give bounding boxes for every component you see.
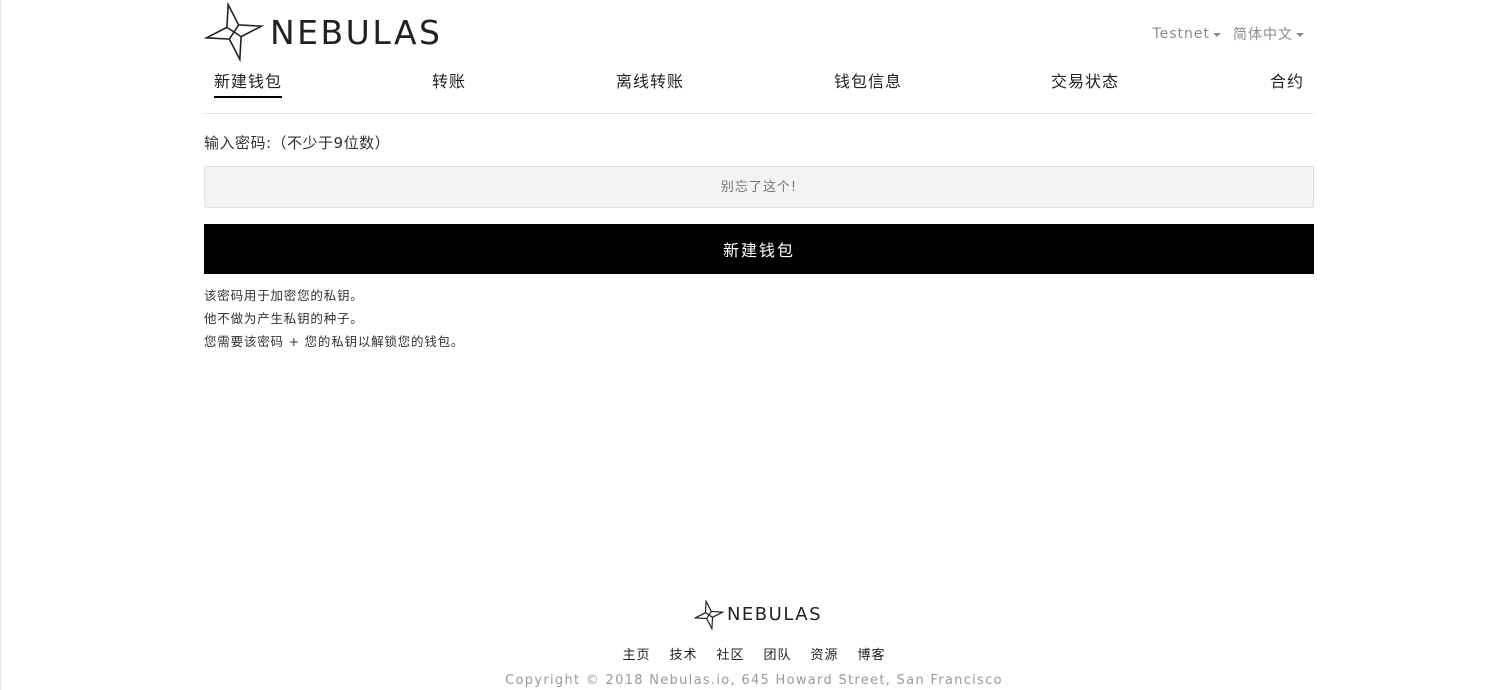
caret-down-icon bbox=[1296, 32, 1304, 37]
footer-link-community[interactable]: 社区 bbox=[716, 644, 744, 663]
footer-link-resources[interactable]: 资源 bbox=[811, 644, 839, 663]
brand-wordmark: NEBULAS bbox=[270, 12, 443, 52]
copyright: Copyright © 2018 Nebulas.io, 645 Howard … bbox=[505, 673, 1003, 688]
language-dropdown[interactable]: 简体中文 bbox=[1233, 24, 1304, 44]
footer-link-team[interactable]: 团队 bbox=[764, 644, 792, 663]
nav-item-transfer[interactable]: 转账 bbox=[432, 68, 466, 96]
footer-wordmark: NEBULAS bbox=[726, 604, 823, 625]
note-line: 他不做为产生私钥的种子。 bbox=[204, 311, 364, 326]
nebulas-star-icon bbox=[204, 2, 264, 62]
brand-logo[interactable]: NEBULAS bbox=[204, 2, 443, 62]
header-controls: Testnet 简体中文 bbox=[1152, 24, 1304, 44]
page-left-border bbox=[0, 0, 1, 690]
network-label: Testnet bbox=[1152, 26, 1210, 42]
header: NEBULAS Testnet 简体中文 bbox=[204, 0, 1314, 62]
nav-item-contract[interactable]: 合约 bbox=[1270, 68, 1304, 96]
nebulas-star-icon bbox=[693, 600, 724, 630]
nav-item-offline-transfer[interactable]: 离线转账 bbox=[616, 68, 684, 96]
nav-item-new-wallet[interactable]: 新建钱包 bbox=[214, 68, 283, 98]
note-line: 该密码用于加密您的私钥。 bbox=[204, 288, 364, 303]
password-notes: 该密码用于加密您的私钥。 他不做为产生私钥的种子。 您需要该密码 + 您的私钥以… bbox=[204, 284, 464, 353]
network-dropdown[interactable]: Testnet bbox=[1152, 24, 1221, 44]
main-container: NEBULAS Testnet 简体中文 新建钱包 转账 离线转账 钱包信息 交… bbox=[204, 0, 1314, 349]
note-line: 您需要该密码 + 您的私钥以解锁您的钱包。 bbox=[204, 334, 465, 349]
password-input[interactable] bbox=[204, 166, 1314, 208]
create-wallet-button[interactable]: 新建钱包 bbox=[204, 224, 1314, 274]
footer-link-tech[interactable]: 技术 bbox=[669, 644, 697, 663]
footer-link-home[interactable]: 主页 bbox=[622, 644, 650, 663]
footer: NEBULAS 主页 技术 社区 团队 资源 博客 Copyright © 20… bbox=[0, 600, 1508, 688]
footer-link-blog[interactable]: 博客 bbox=[858, 644, 886, 663]
nav-item-tx-status[interactable]: 交易状态 bbox=[1051, 68, 1119, 96]
nav-item-wallet-info[interactable]: 钱包信息 bbox=[834, 68, 902, 96]
password-label: 输入密码:（不少于9位数） bbox=[204, 134, 391, 152]
language-label: 简体中文 bbox=[1233, 27, 1293, 43]
caret-down-icon bbox=[1213, 32, 1221, 37]
footer-links: 主页 技术 社区 团队 资源 博客 bbox=[0, 644, 1508, 663]
footer-logo[interactable]: NEBULAS bbox=[693, 600, 823, 630]
main-nav: 新建钱包 转账 离线转账 钱包信息 交易状态 合约 bbox=[204, 62, 1314, 114]
